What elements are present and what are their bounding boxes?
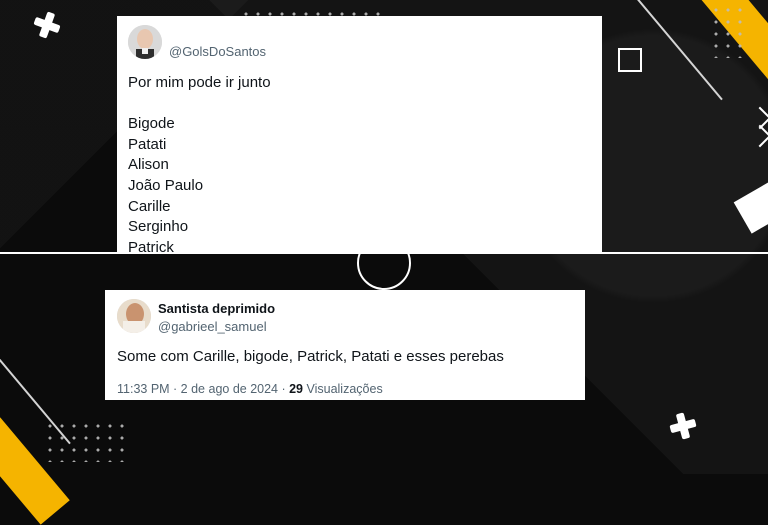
display-name[interactable]: Santista deprimido [158, 301, 275, 316]
tweet-card-1: @GolsDoSantos Por mim pode ir junto Bigo… [117, 16, 602, 253]
tweet-text: Por mim pode ir junto Bigode Patati Alis… [128, 73, 271, 253]
tweet-line: Patrick [128, 238, 174, 253]
tweet-line [128, 94, 271, 115]
square-outline-icon [618, 48, 642, 72]
views-count: 29 [289, 382, 304, 396]
tweet-line: Carille [128, 197, 171, 215]
tweet-text: Some com Carille, bigode, Patrick, Patat… [117, 348, 504, 365]
tweet-line: João Paulo [128, 176, 204, 194]
tweet-card-2: Santista deprimido @gabrieel_samuel Some… [105, 290, 585, 400]
tweet-line: Patati [128, 135, 167, 153]
tweet-handle[interactable]: @GolsDoSantos [169, 44, 266, 59]
tweet-meta: 11:33 PM · 2 de ago de 2024 · 29 Visuali… [117, 382, 383, 396]
views-label: Visualizações [303, 382, 383, 396]
tweet-handle[interactable]: @gabrieel_samuel [158, 319, 267, 334]
tweet-line: Por mim pode ir junto [128, 74, 271, 91]
user-avatar-icon [128, 25, 162, 59]
decor-dots [44, 420, 132, 462]
tweet-line: Serginho [128, 218, 189, 236]
tweet-timestamp[interactable]: 11:33 PM · 2 de ago de 2024 · [117, 382, 289, 396]
user-avatar-icon [117, 299, 151, 333]
avatar[interactable] [128, 25, 162, 59]
decor-dots [710, 4, 750, 58]
tweet-line: Alison [128, 156, 169, 174]
tweet-line: Bigode [128, 115, 175, 133]
avatar[interactable] [117, 299, 151, 333]
